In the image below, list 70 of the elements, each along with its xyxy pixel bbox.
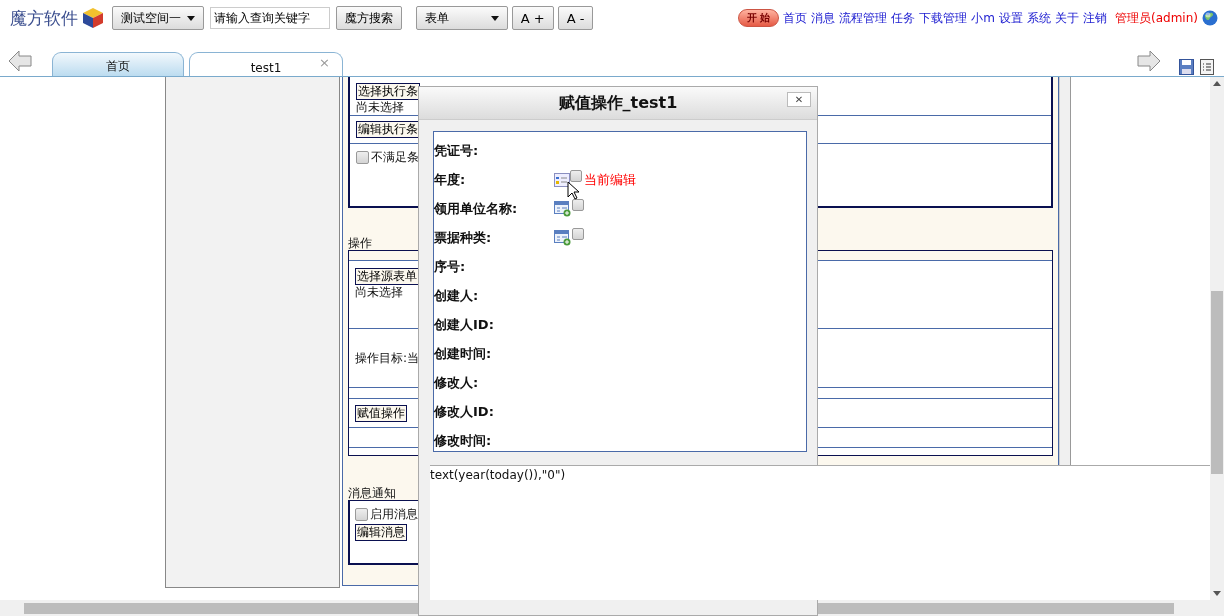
nav-link[interactable]: 流程管理: [839, 9, 888, 27]
nav-link[interactable]: 注销: [1083, 9, 1108, 27]
save-icon[interactable]: [1179, 59, 1194, 75]
search-button[interactable]: 魔方搜索: [335, 6, 402, 30]
section-legend: 操作: [348, 236, 372, 250]
nav-link[interactable]: 消息: [811, 9, 836, 27]
edit-condition-button[interactable]: 编辑执行条: [356, 121, 420, 138]
field-label: 领用单位名称:: [434, 199, 519, 218]
globe-icon[interactable]: [1202, 10, 1218, 26]
field-label: 创建人ID:: [434, 315, 495, 334]
checkbox-label: 不满足条: [371, 150, 419, 165]
field-label: 创建时间:: [434, 344, 493, 363]
back-arrow-icon[interactable]: [8, 50, 32, 72]
form-type-select[interactable]: 表单: [415, 6, 508, 30]
select-source-button[interactable]: 选择源表单: [355, 268, 419, 285]
form-icon[interactable]: [554, 172, 570, 187]
cube-icon: [82, 7, 104, 29]
target-label: 操作目标:当: [355, 350, 420, 366]
edit-message-button[interactable]: 编辑消息: [355, 524, 407, 541]
add-form-icon[interactable]: [554, 200, 572, 217]
status-text: 尚未选择: [355, 285, 403, 300]
search-field[interactable]: 请输入查询关键字: [209, 7, 330, 29]
user-link[interactable]: 管理员(admin): [1115, 9, 1198, 27]
forward-arrow-icon[interactable]: [1137, 50, 1161, 72]
field-label: 年度:: [434, 170, 467, 189]
assign-button[interactable]: 赋值操作: [355, 404, 407, 422]
space-menu-button[interactable]: 测试空间一: [112, 6, 204, 30]
caret-icon: [490, 15, 499, 21]
checkbox[interactable]: [355, 508, 368, 521]
vertical-scrollbar[interactable]: [1210, 77, 1224, 600]
nav-link[interactable]: 系统: [1027, 9, 1052, 27]
splitter-bar[interactable]: [1059, 77, 1071, 465]
current-edit-label: 当前编辑: [584, 170, 636, 189]
nav-link[interactable]: 首页: [783, 9, 808, 27]
checkbox[interactable]: [356, 151, 369, 164]
nav-link[interactable]: 设置: [999, 9, 1024, 27]
formula-text: text(year(today()),"0"): [430, 468, 566, 482]
nav-link[interactable]: 任务: [891, 9, 916, 27]
checkbox-label: 启用消息: [370, 507, 418, 522]
nav-link[interactable]: 小m: [971, 9, 996, 27]
dialog-title: 赋值操作_test1: [558, 92, 678, 114]
tab[interactable]: 首页: [52, 52, 184, 76]
section-legend: 消息通知: [348, 486, 396, 500]
start-button[interactable]: 开 始: [737, 9, 780, 27]
scroll-up-icon[interactable]: [1213, 81, 1221, 86]
logo-text: 魔方软件: [10, 6, 78, 30]
nav-link[interactable]: 下载管理: [919, 9, 968, 27]
scroll-down-icon[interactable]: [1213, 591, 1221, 596]
field-label: 修改人ID:: [434, 402, 495, 421]
font-size-button[interactable]: A +: [511, 6, 554, 30]
status-text: 尚未选择: [356, 100, 404, 115]
field-label: 创建人:: [434, 286, 480, 305]
field-label: 序号:: [434, 257, 467, 276]
select-condition-button[interactable]: 选择执行条: [356, 83, 420, 100]
list-icon[interactable]: [1200, 59, 1214, 75]
field-label: 修改人:: [434, 373, 480, 392]
field-label: 凭证号:: [434, 141, 480, 160]
tab[interactable]: test1 ×: [189, 52, 343, 76]
close-button[interactable]: ✕: [787, 92, 811, 107]
formula-editor[interactable]: text(year(today()),"0"): [430, 465, 1210, 600]
add-form-icon[interactable]: [554, 229, 572, 246]
checkbox[interactable]: [572, 227, 584, 240]
field-label: 修改时间:: [434, 431, 493, 450]
cursor-icon: [567, 181, 581, 201]
checkbox[interactable]: [572, 198, 584, 211]
nav-link[interactable]: 关于: [1055, 9, 1080, 27]
checkbox[interactable]: [570, 169, 582, 182]
caret-icon: [186, 15, 195, 21]
font-size-button[interactable]: A -: [557, 6, 594, 30]
field-label: 票据种类:: [434, 228, 493, 247]
